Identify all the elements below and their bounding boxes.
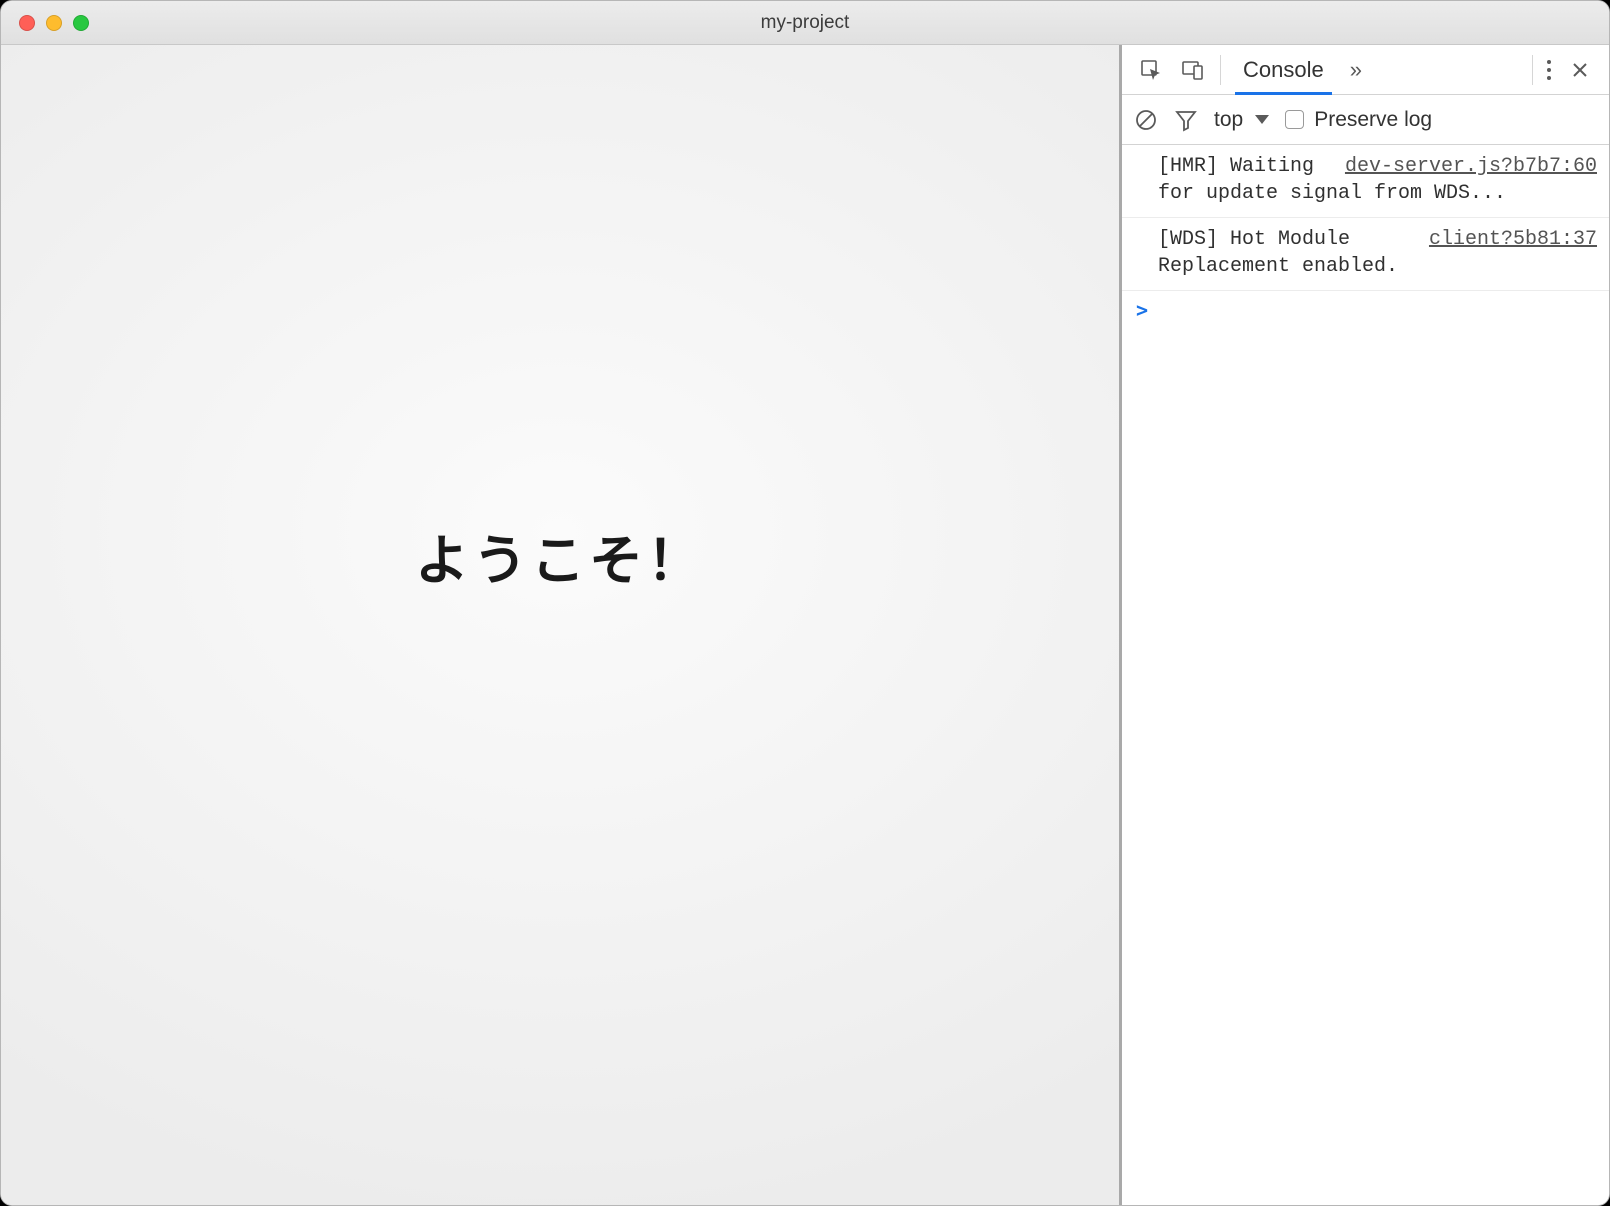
close-window-button[interactable] — [19, 15, 35, 31]
log-entry: client?5b81:37 [WDS] Hot Module Replacem… — [1122, 218, 1609, 291]
content-pane: ようこそ！ — [1, 45, 1119, 1205]
minimize-window-button[interactable] — [46, 15, 62, 31]
log-source-link[interactable]: dev-server.js?b7b7:60 — [1345, 153, 1597, 180]
devtools-menu-icon[interactable] — [1539, 60, 1559, 80]
log-message: [WDS] Hot Module Replacement enabled. — [1158, 228, 1398, 278]
console-log: dev-server.js?b7b7:60 [HMR] Waiting for … — [1122, 145, 1609, 1205]
tab-console[interactable]: Console — [1227, 45, 1340, 94]
separator — [1220, 55, 1221, 85]
window-body: ようこそ！ Console » — [1, 45, 1609, 1205]
preserve-log-toggle[interactable]: Preserve log — [1285, 108, 1432, 132]
context-selector-label: top — [1214, 108, 1243, 132]
zoom-window-button[interactable] — [73, 15, 89, 31]
log-source-link[interactable]: client?5b81:37 — [1429, 226, 1597, 253]
tab-console-label: Console — [1243, 57, 1324, 83]
window-controls — [1, 15, 89, 31]
preserve-log-label: Preserve log — [1314, 108, 1432, 132]
app-window: my-project ようこそ！ Console » — [0, 0, 1610, 1206]
log-entry: dev-server.js?b7b7:60 [HMR] Waiting for … — [1122, 145, 1609, 218]
more-tabs-icon[interactable]: » — [1340, 57, 1366, 83]
context-selector[interactable]: top — [1214, 108, 1269, 132]
separator — [1532, 55, 1533, 85]
devtools-tabbar: Console » — [1122, 45, 1609, 95]
close-devtools-icon[interactable] — [1559, 49, 1601, 91]
titlebar: my-project — [1, 1, 1609, 45]
toggle-device-toolbar-icon[interactable] — [1172, 49, 1214, 91]
window-title: my-project — [1, 12, 1609, 34]
console-toolbar: top Preserve log — [1122, 95, 1609, 145]
preserve-log-checkbox[interactable] — [1285, 110, 1304, 129]
chevron-down-icon — [1255, 115, 1269, 124]
console-prompt[interactable]: > — [1122, 291, 1609, 330]
welcome-heading: ようこそ！ — [415, 516, 705, 595]
filter-icon[interactable] — [1174, 99, 1198, 141]
inspect-element-icon[interactable] — [1130, 49, 1172, 91]
devtools-panel: Console » — [1119, 45, 1609, 1205]
clear-console-icon[interactable] — [1134, 99, 1158, 141]
